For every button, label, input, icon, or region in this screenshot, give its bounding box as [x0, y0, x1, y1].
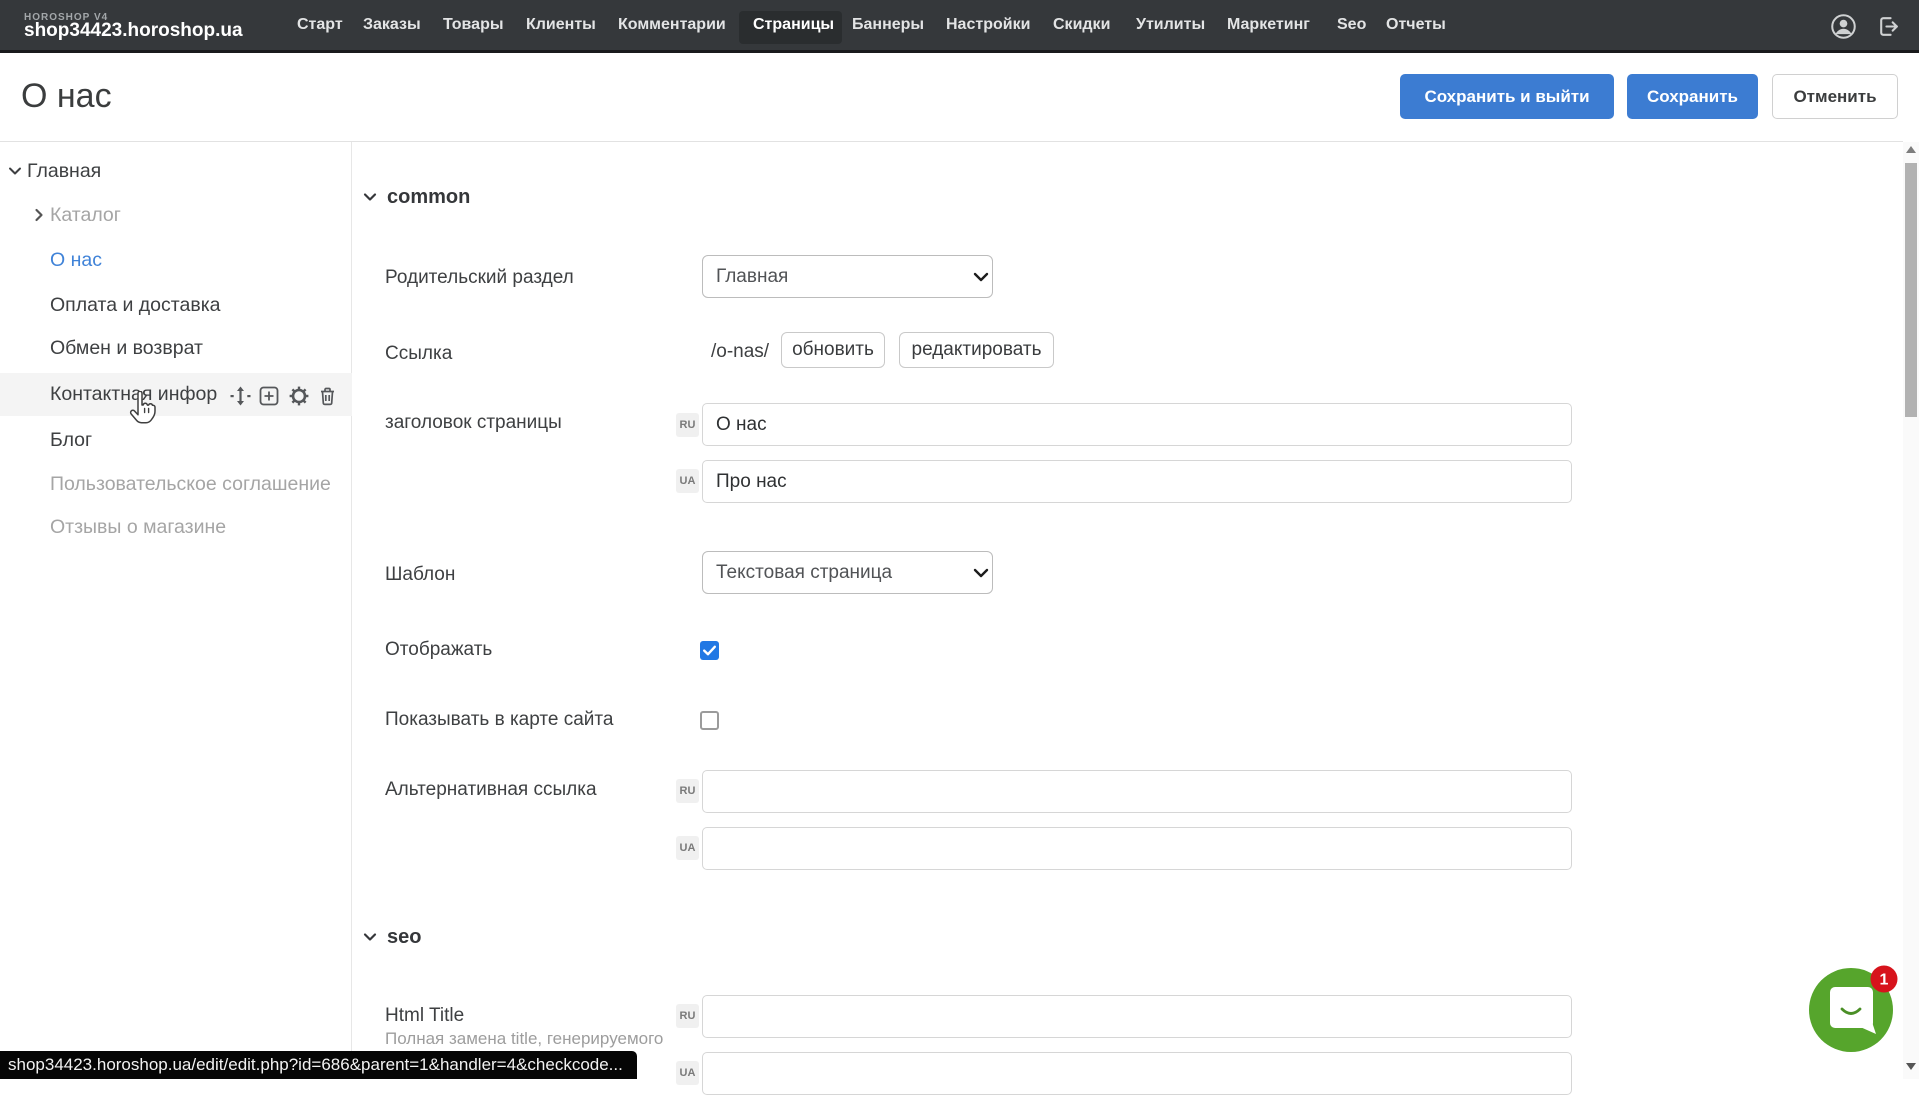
svg-text:1: 1: [1880, 972, 1889, 989]
